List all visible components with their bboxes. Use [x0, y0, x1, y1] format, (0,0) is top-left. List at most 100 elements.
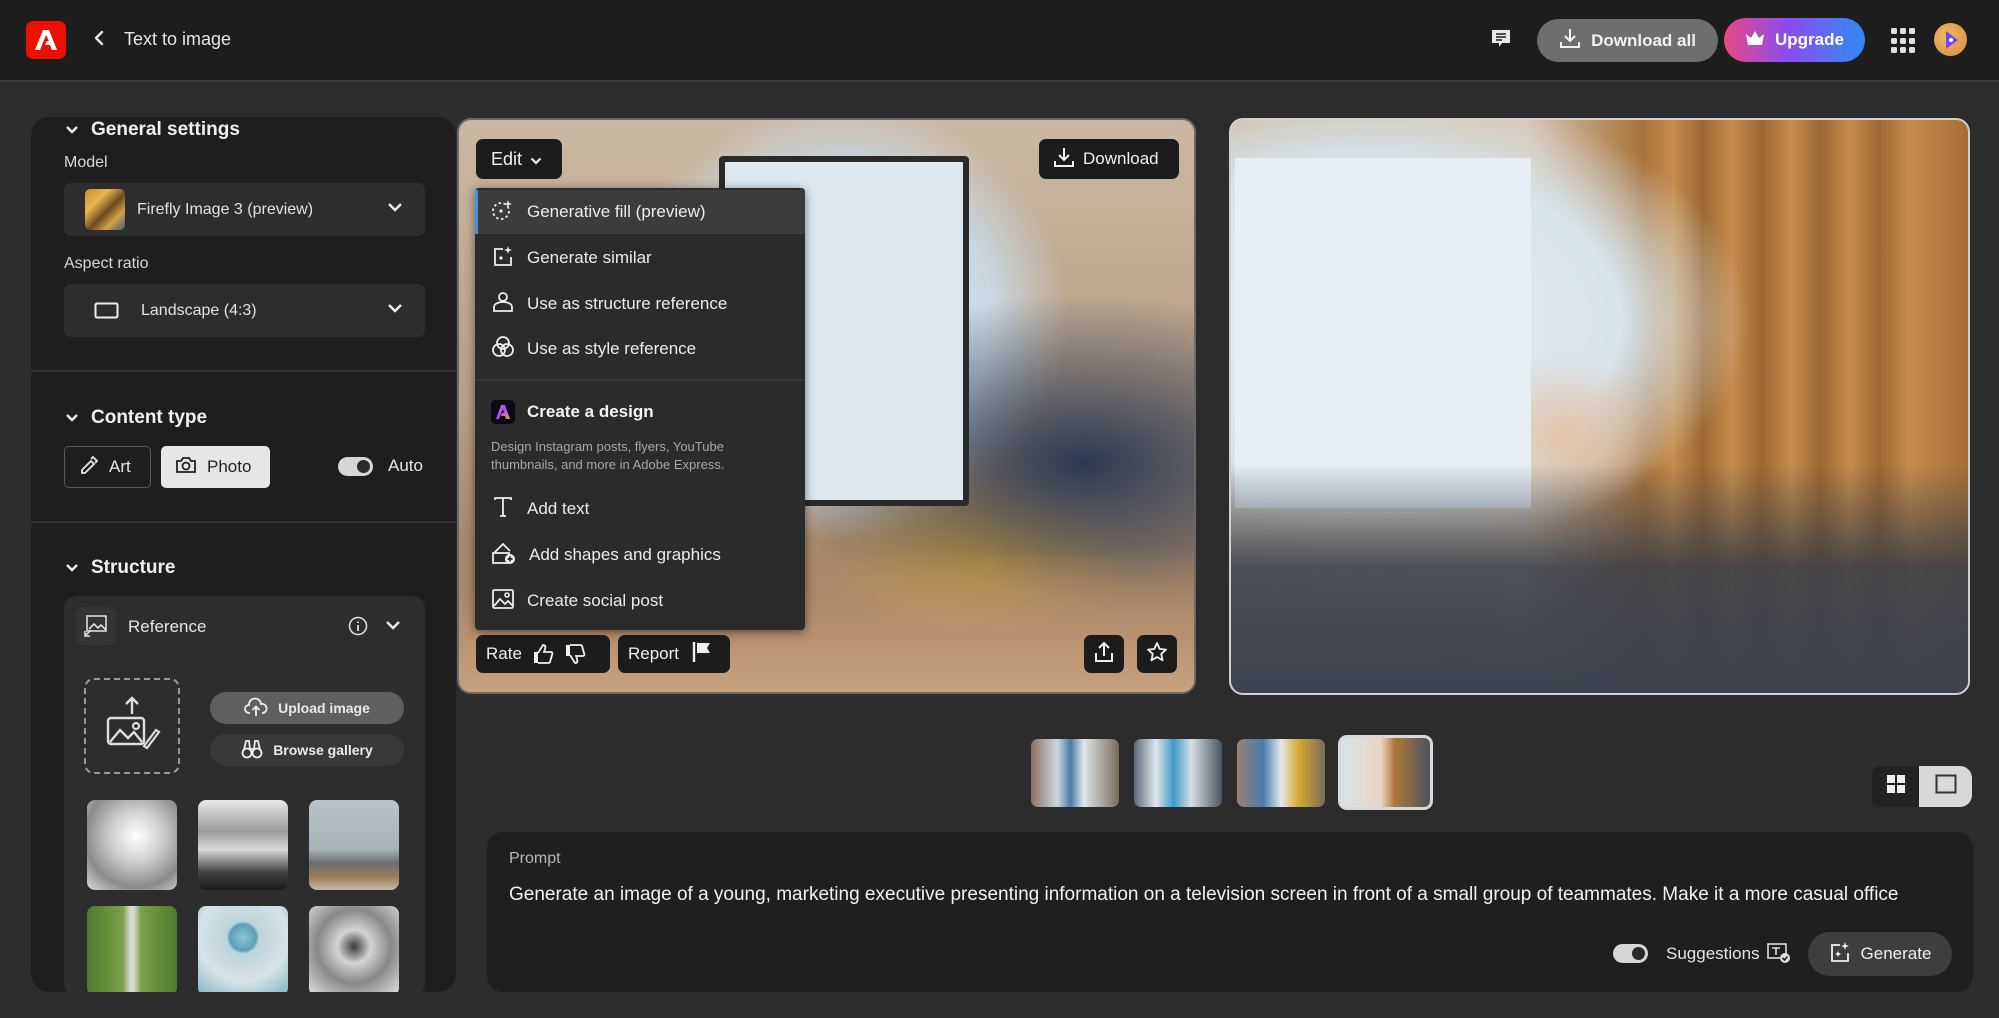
generative-fill-icon — [491, 198, 515, 227]
cloud-upload-icon — [244, 697, 268, 720]
image-icon — [491, 588, 515, 615]
menu-item-add-shapes[interactable]: Add shapes and graphics — [475, 533, 805, 577]
gallery-item-living-room[interactable] — [309, 800, 399, 890]
menu-divider — [475, 379, 805, 381]
model-dropdown[interactable]: Firefly Image 3 (preview) — [64, 183, 425, 236]
menu-item-generate-similar[interactable]: Generate similar — [475, 236, 805, 280]
single-view-icon — [1935, 774, 1957, 799]
chevron-down-icon — [387, 200, 403, 218]
brush-icon — [79, 455, 99, 480]
content-type-title: Content type — [91, 407, 208, 428]
model-thumbnail — [85, 189, 125, 230]
section-divider — [31, 521, 456, 523]
user-avatar[interactable] — [1934, 23, 1967, 56]
gallery-item-mountains[interactable] — [198, 800, 288, 890]
thumbnail-2[interactable] — [1134, 739, 1222, 807]
menu-item-create-social-post[interactable]: Create social post — [475, 579, 805, 623]
download-icon — [1053, 146, 1075, 173]
reference-label: Reference — [128, 617, 207, 636]
edit-button[interactable]: Edit — [476, 139, 562, 179]
upgrade-button[interactable]: Upgrade — [1724, 18, 1865, 62]
menu-item-style-reference[interactable]: Use as style reference — [475, 327, 805, 371]
image-content — [1231, 463, 1968, 693]
content-type-header[interactable]: Content type — [65, 407, 207, 429]
suggestions-toggle[interactable] — [1613, 944, 1648, 963]
adobe-express-logo — [491, 400, 515, 424]
menu-item-label: Generative fill (preview) — [527, 202, 706, 221]
reference-image-icon — [76, 607, 116, 645]
content-type-art-button[interactable]: Art — [64, 446, 151, 488]
model-label: Model — [64, 154, 108, 171]
view-mode-toggle — [1872, 766, 1972, 807]
thumbnail-1[interactable] — [1031, 739, 1119, 807]
thumbnail-3[interactable] — [1237, 739, 1325, 807]
model-value: Firefly Image 3 (preview) — [137, 200, 314, 218]
download-all-button[interactable]: Download all — [1537, 19, 1718, 62]
star-icon — [1146, 641, 1168, 668]
image-content — [1235, 158, 1531, 508]
structure-reference-icon — [491, 290, 515, 319]
gallery-item-sphere[interactable] — [198, 906, 288, 992]
feedback-button[interactable] — [1486, 26, 1516, 56]
back-button[interactable] — [88, 26, 110, 54]
aspect-ratio-label: Aspect ratio — [64, 255, 149, 272]
auto-toggle[interactable] — [338, 457, 373, 476]
menu-item-add-text[interactable]: Add text — [475, 487, 805, 531]
generate-label: Generate — [1860, 944, 1932, 963]
shapes-icon — [491, 541, 517, 570]
generate-button[interactable]: Generate — [1808, 932, 1952, 976]
info-icon[interactable] — [348, 616, 368, 641]
menu-item-label: Add shapes and graphics — [529, 545, 721, 564]
generated-image-2[interactable] — [1229, 118, 1970, 695]
prompt-panel: Prompt Generate an image of a young, mar… — [487, 832, 1973, 992]
chevron-down-icon — [530, 149, 542, 170]
structure-header[interactable]: Structure — [65, 557, 175, 579]
grid-view-button[interactable] — [1872, 766, 1919, 807]
prompt-label: Prompt — [509, 850, 561, 867]
report-button[interactable]: Report — [618, 635, 730, 673]
chevron-down-icon[interactable] — [385, 618, 401, 636]
thumbnail-4-selected[interactable] — [1338, 735, 1433, 810]
browse-gallery-button[interactable]: Browse gallery — [210, 734, 404, 766]
thumbs-up-icon[interactable] — [532, 643, 554, 665]
reference-drop-zone[interactable] — [84, 678, 180, 774]
adobe-firefly-logo[interactable] — [26, 21, 66, 59]
create-design-heading[interactable]: Create a design — [491, 400, 654, 424]
edit-label: Edit — [491, 148, 523, 169]
feedback-icon — [1490, 28, 1512, 55]
download-icon — [1559, 27, 1581, 54]
gallery-item-bird[interactable] — [87, 800, 177, 890]
report-label: Report — [628, 644, 680, 663]
auto-label: Auto — [388, 456, 423, 475]
gallery-item-road[interactable] — [87, 906, 177, 992]
menu-item-structure-reference[interactable]: Use as structure reference — [475, 282, 805, 326]
upload-image-icon — [102, 694, 162, 759]
upgrade-label: Upgrade — [1775, 30, 1844, 49]
create-design-description: Design Instagram posts, flyers, YouTube … — [491, 439, 725, 472]
art-label: Art — [109, 457, 131, 476]
rate-group: Rate — [476, 635, 610, 673]
reference-gallery — [87, 800, 399, 992]
favorite-button[interactable] — [1137, 635, 1177, 673]
menu-item-generative-fill[interactable]: Generative fill (preview) — [475, 190, 805, 234]
settings-panel: General settings Model Firefly Image 3 (… — [31, 117, 456, 992]
thumbs-down-icon[interactable] — [564, 643, 586, 665]
text-suggestions-icon[interactable] — [1767, 942, 1791, 969]
aspect-ratio-dropdown[interactable]: Landscape (4:3) — [64, 284, 425, 337]
style-reference-icon — [491, 335, 515, 364]
create-design-title: Create a design — [527, 402, 654, 421]
general-settings-header[interactable]: General settings — [65, 119, 240, 141]
reference-card: Reference Upload image Browse gallery — [64, 596, 425, 992]
crown-icon — [1745, 30, 1765, 51]
gallery-item-owl[interactable] — [309, 906, 399, 992]
app-grid-icon[interactable] — [1891, 28, 1917, 54]
upload-image-button[interactable]: Upload image — [210, 692, 404, 724]
flag-icon — [691, 640, 713, 669]
menu-item-label: Create social post — [527, 591, 664, 610]
prompt-input[interactable]: Generate an image of a young, marketing … — [509, 884, 1949, 906]
aspect-ratio-value: Landscape (4:3) — [141, 301, 257, 319]
share-button[interactable] — [1084, 635, 1124, 673]
content-type-photo-button[interactable]: Photo — [161, 446, 270, 488]
single-view-button[interactable] — [1919, 766, 1972, 807]
download-button[interactable]: Download — [1039, 139, 1179, 179]
